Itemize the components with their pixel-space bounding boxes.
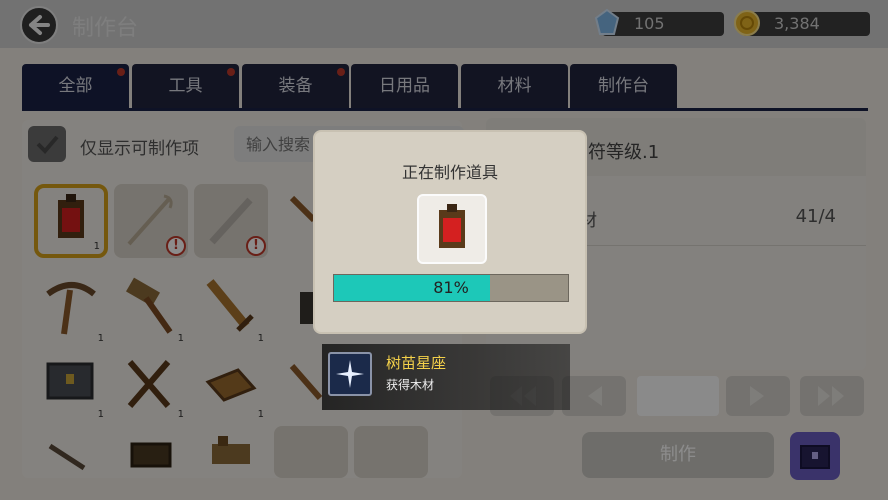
red-banner-icon	[439, 204, 465, 248]
dialog-title: 正在制作道具	[401, 163, 498, 182]
toast-description: 获得木材	[386, 378, 435, 392]
star-icon	[336, 360, 364, 388]
crafting-item-slot	[417, 194, 487, 264]
crafting-progress-bar: 81%	[333, 274, 569, 302]
toast-title: 树苗星座	[386, 354, 447, 372]
progress-label: 81%	[433, 278, 469, 297]
crafting-dialog: 正在制作道具 81%	[313, 130, 587, 334]
achievement-toast: 树苗星座 获得木材	[322, 344, 570, 410]
constellation-icon	[328, 352, 372, 396]
